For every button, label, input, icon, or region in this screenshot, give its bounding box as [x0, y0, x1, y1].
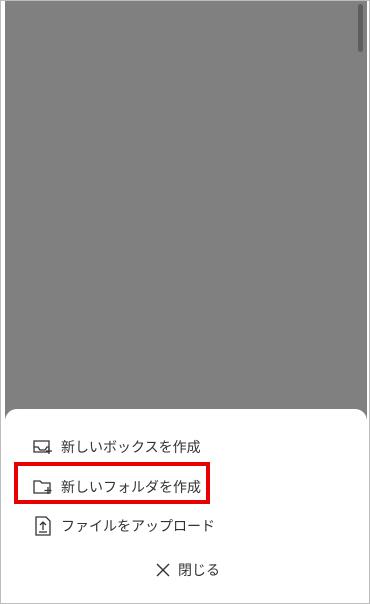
app-frame: 新しいボックスを作成 新しいフォルダを作成 ファイルをアップロード 閉じる: [0, 0, 370, 604]
upload-file-button[interactable]: ファイルをアップロード: [31, 513, 215, 539]
close-label: 閉じる: [178, 563, 220, 579]
create-box-label: 新しいボックスを作成: [61, 440, 201, 456]
new-box-icon: [31, 435, 55, 459]
highlight-box: [14, 462, 210, 504]
action-sheet: 新しいボックスを作成 新しいフォルダを作成 ファイルをアップロード 閉じる: [5, 409, 367, 603]
upload-file-icon: [31, 514, 55, 538]
close-button[interactable]: 閉じる: [154, 557, 220, 583]
create-box-button[interactable]: 新しいボックスを作成: [31, 434, 201, 460]
scrollbar-thumb[interactable]: [358, 4, 363, 52]
upload-file-label: ファイルをアップロード: [61, 519, 215, 535]
close-icon: [154, 561, 172, 579]
